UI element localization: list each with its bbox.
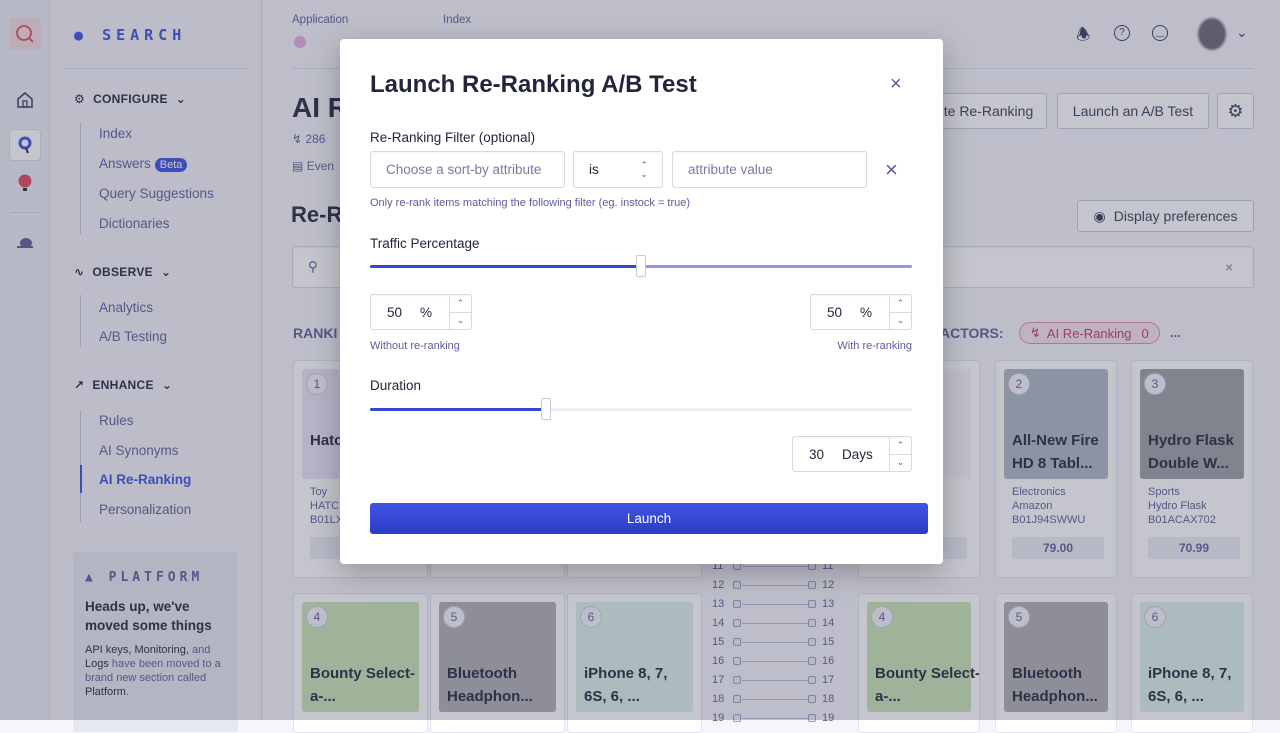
chevron-down-icon: ⌄ xyxy=(896,457,905,468)
launch-ab-test-modal: Launch Re-Ranking A/B Test × Re-Ranking … xyxy=(340,39,943,564)
duration-slider[interactable] xyxy=(370,397,912,421)
with-reranking-input[interactable]: 50% ⌃ ⌄ xyxy=(810,294,912,330)
close-icon[interactable]: × xyxy=(890,73,902,96)
without-reranking-input[interactable]: 50% ⌃ ⌄ xyxy=(370,294,472,330)
without-reranking-label: Without re-ranking xyxy=(370,340,460,352)
chevron-up-icon: ⌃ xyxy=(890,295,911,313)
filter-help-text: Only re-rank items matching the followin… xyxy=(370,197,691,209)
operator-select[interactable]: is ⌃ ⌄ xyxy=(573,151,663,188)
launch-button[interactable]: Launch xyxy=(370,503,928,534)
chevron-down-icon: ⌄ xyxy=(456,315,465,326)
modal-title: Launch Re-Ranking A/B Test xyxy=(370,71,697,98)
stepper[interactable]: ⌃ ⌄ xyxy=(889,295,911,329)
stepper[interactable]: ⌃ ⌄ xyxy=(449,295,471,329)
remove-filter-icon[interactable]: × xyxy=(885,157,898,183)
stepper[interactable]: ⌃ ⌄ xyxy=(889,437,911,471)
slider-thumb[interactable] xyxy=(636,255,646,277)
attribute-select[interactable]: Choose a sort-by attribute xyxy=(370,151,565,188)
slider-thumb[interactable] xyxy=(541,398,551,420)
chevron-down-icon: ⌄ xyxy=(896,315,905,326)
updown-chevron-icon: ⌃ ⌄ xyxy=(640,159,648,179)
traffic-label: Traffic Percentage xyxy=(370,236,480,251)
attribute-value-input[interactable]: attribute value xyxy=(672,151,867,188)
chevron-up-icon: ⌃ xyxy=(890,437,911,455)
filter-label: Re-Ranking Filter (optional) xyxy=(370,130,536,145)
with-reranking-label: With re-ranking xyxy=(837,340,912,352)
traffic-slider[interactable] xyxy=(370,254,912,278)
duration-input[interactable]: 30 Days ⌃ ⌄ xyxy=(792,436,912,472)
chevron-up-icon: ⌃ xyxy=(450,295,471,313)
duration-label: Duration xyxy=(370,378,422,393)
